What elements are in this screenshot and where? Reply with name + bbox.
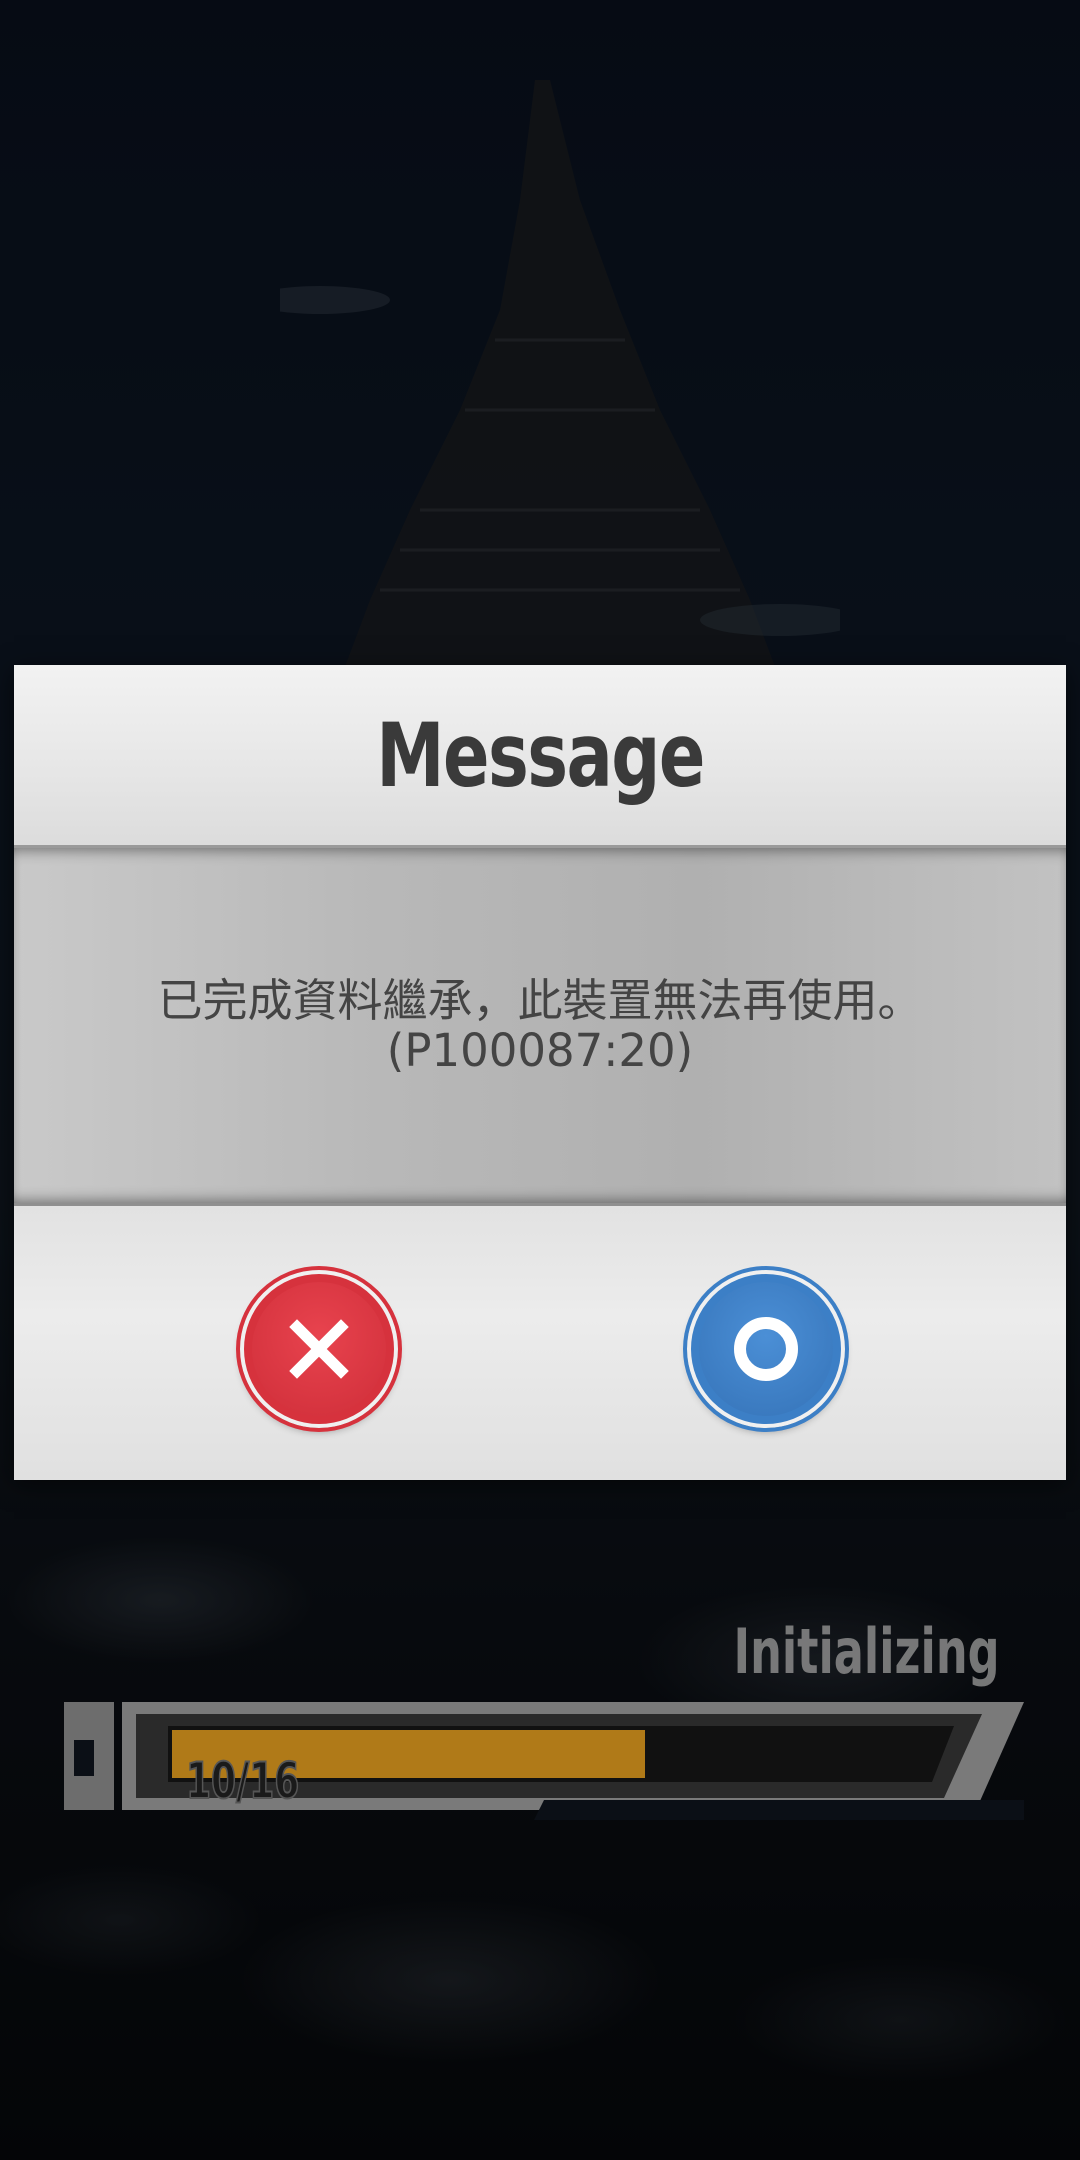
dialog-footer (14, 1203, 1066, 1480)
confirm-button-face (699, 1282, 833, 1416)
loading-status-text: Initializing (733, 1615, 1000, 1688)
close-icon (289, 1319, 349, 1379)
dialog-body: 已完成資料繼承，此裝置無法再使用。 (P100087:20) (14, 848, 1066, 1203)
cancel-button[interactable] (236, 1266, 402, 1432)
circle-icon (734, 1317, 798, 1381)
game-screen: Initializing 10/16 Message 已完成資料繼承，此裝置無法… (0, 0, 1080, 2160)
progress-count-label: 10/16 (185, 1751, 300, 1811)
dialog-message: 已完成資料繼承，此裝置無法再使用。 (157, 973, 923, 1027)
dialog-title: Message (376, 703, 705, 807)
dialog-header: Message (14, 665, 1066, 848)
dialog-error-code: (P100087:20) (386, 1023, 694, 1077)
message-dialog: Message 已完成資料繼承，此裝置無法再使用。 (P100087:20) (14, 665, 1066, 1480)
cancel-button-face (252, 1282, 386, 1416)
confirm-button[interactable] (683, 1266, 849, 1432)
